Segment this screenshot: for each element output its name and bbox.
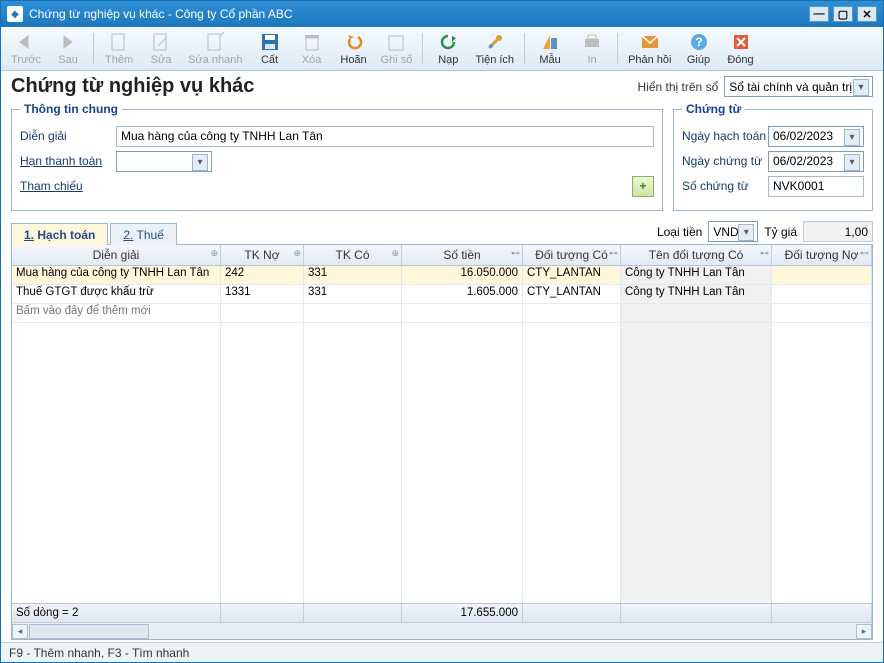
add-row-placeholder[interactable]: Bấm vào đây để thêm mới xyxy=(12,304,872,323)
toolbar: Trước Sau Thêm Sửa Sửa nhanh Cất Xóa Hoã… xyxy=(1,27,883,71)
tab-entries[interactable]: 1. Hạch toán xyxy=(11,223,108,245)
col-amount[interactable]: Số tiền⊷ xyxy=(402,245,523,265)
entries-grid: Diễn giải⊕ TK Nợ⊕ TK Có⊕ Số tiền⊷ Đối tư… xyxy=(11,245,873,640)
delete-button[interactable]: Xóa xyxy=(291,29,333,68)
undo-button[interactable]: Hoãn xyxy=(333,29,375,68)
display-on-label: Hiển thị trên sổ xyxy=(638,80,719,94)
content-area: Chứng từ nghiệp vụ khác Hiển thị trên sổ… xyxy=(1,71,883,642)
print-button[interactable]: In xyxy=(571,29,613,68)
voucher-no-input[interactable] xyxy=(768,176,864,197)
window-title: Chứng từ nghiệp vụ khác - Công ty Cổ phầ… xyxy=(29,7,809,21)
voucher-legend: Chứng từ xyxy=(682,102,745,116)
row-count: Số dòng = 2 xyxy=(12,604,221,622)
posting-date-label: Ngày hạch toán xyxy=(682,129,768,143)
add-button[interactable]: Thêm xyxy=(98,29,140,68)
col-credit-acct[interactable]: TK Có⊕ xyxy=(304,245,402,265)
voucher-no-label: Số chứng từ xyxy=(682,179,768,193)
rate-label: Tỷ giá xyxy=(764,225,797,239)
due-date-label: Hạn thanh toán xyxy=(20,154,116,168)
due-date-combo[interactable] xyxy=(116,151,212,172)
total-amount: 17.655.000 xyxy=(402,604,523,622)
col-credit-obj-name[interactable]: Tên đối tượng Có⊷ xyxy=(621,245,772,265)
grid-footer: Số dòng = 2 17.655.000 xyxy=(12,603,872,622)
horizontal-scrollbar[interactable]: ◂ ▸ xyxy=(12,622,872,639)
app-icon: ◆ xyxy=(7,6,23,22)
save-button[interactable]: Cất xyxy=(249,29,291,68)
description-label: Diễn giải xyxy=(20,129,116,143)
post-button[interactable]: Ghi sổ xyxy=(375,29,419,68)
table-row[interactable]: Mua hàng của công ty TNHH Lan Tân 242 33… xyxy=(12,266,872,285)
grid-body[interactable]: Mua hàng của công ty TNHH Lan Tân 242 33… xyxy=(12,266,872,603)
general-info-legend: Thông tin chung xyxy=(20,102,122,116)
currency-combo[interactable]: VND xyxy=(708,221,758,242)
utilities-button[interactable]: Tiện ích xyxy=(469,29,520,68)
reload-button[interactable]: Nạp xyxy=(427,29,469,68)
posting-date-input[interactable]: 06/02/2023 xyxy=(768,126,864,147)
reference-label: Tham chiếu xyxy=(20,179,116,193)
titlebar: ◆ Chứng từ nghiệp vụ khác - Công ty Cổ p… xyxy=(1,1,883,27)
status-bar: F9 - Thêm nhanh, F3 - Tìm nhanh xyxy=(1,642,883,662)
table-row[interactable]: Thuế GTGT được khấu trừ 1331 331 1.605.0… xyxy=(12,285,872,304)
voucher-date-label: Ngày chứng từ xyxy=(682,154,768,168)
maximize-button[interactable]: ▢ xyxy=(833,6,853,22)
voucher-group: Chứng từ Ngày hạch toán 06/02/2023 Ngày … xyxy=(673,102,873,211)
currency-label: Loại tiền xyxy=(657,225,702,239)
template-button[interactable]: Mẫu xyxy=(529,29,571,68)
col-description[interactable]: Diễn giải⊕ xyxy=(12,245,221,265)
display-on-combo[interactable]: Sổ tài chính và quản trị xyxy=(724,76,873,97)
plus-icon: + xyxy=(639,179,646,193)
close-window-button[interactable]: ✕ xyxy=(857,6,877,22)
nav-prev-button[interactable]: Trước xyxy=(5,29,47,68)
col-debit-acct[interactable]: TK Nợ⊕ xyxy=(221,245,304,265)
help-button[interactable]: ?Giúp xyxy=(678,29,720,68)
grid-header: Diễn giải⊕ TK Nợ⊕ TK Có⊕ Số tiền⊷ Đối tư… xyxy=(12,245,872,266)
svg-text:?: ? xyxy=(695,35,702,49)
tab-tax[interactable]: 2. Thuế xyxy=(110,223,177,245)
general-info-group: Thông tin chung Diễn giải Hạn thanh toán… xyxy=(11,102,663,211)
minimize-button[interactable]: — xyxy=(809,6,829,22)
col-debit-obj[interactable]: Đối tượng Nợ⊷ xyxy=(772,245,872,265)
scroll-left-button[interactable]: ◂ xyxy=(12,624,28,639)
col-credit-obj[interactable]: Đối tượng Có⊷ xyxy=(523,245,621,265)
pin-icon: ⊕ xyxy=(210,248,218,259)
nav-next-button[interactable]: Sau xyxy=(47,29,89,68)
scroll-right-button[interactable]: ▸ xyxy=(856,624,872,639)
voucher-date-input[interactable]: 06/02/2023 xyxy=(768,151,864,172)
description-input[interactable] xyxy=(116,126,654,147)
feedback-button[interactable]: Phản hồi xyxy=(622,29,677,68)
app-window: ◆ Chứng từ nghiệp vụ khác - Công ty Cổ p… xyxy=(0,0,884,663)
add-reference-button[interactable]: + xyxy=(632,176,654,197)
quick-edit-button[interactable]: Sửa nhanh xyxy=(182,29,248,68)
rate-input[interactable] xyxy=(803,221,873,242)
close-button[interactable]: Đóng xyxy=(720,29,762,68)
scroll-thumb[interactable] xyxy=(29,624,149,639)
page-title: Chứng từ nghiệp vụ khác xyxy=(11,75,638,98)
edit-button[interactable]: Sửa xyxy=(140,29,182,68)
